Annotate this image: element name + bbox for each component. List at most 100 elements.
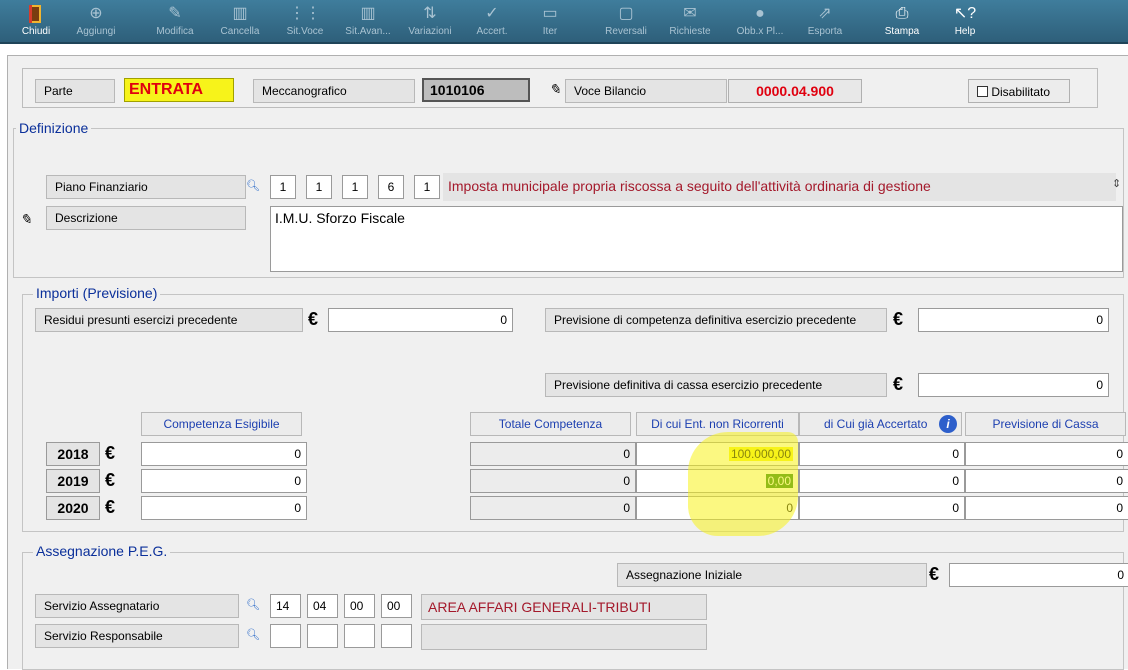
- non-ricorrenti-input[interactable]: 0: [636, 496, 799, 520]
- request-icon: ✉: [683, 5, 697, 22]
- servizio-assegnatario-code-1[interactable]: 14: [270, 594, 301, 618]
- competenza-input[interactable]: 0: [141, 469, 307, 493]
- servizio-assegnatario-code-2[interactable]: 04: [307, 594, 338, 618]
- parte-value: ENTRATA: [124, 78, 234, 102]
- year-label: 2018: [46, 442, 100, 466]
- euro-icon: €: [105, 443, 116, 463]
- disabilitato-checkbox[interactable]: Disabilitato: [968, 79, 1070, 103]
- prev-competenza-label: Previsione di competenza definitiva eser…: [545, 308, 887, 332]
- export-icon: ⇗: [818, 5, 832, 22]
- cassa-input[interactable]: 0: [965, 496, 1128, 520]
- cancella-label: Cancella: [220, 26, 260, 37]
- col-header-totale: Totale Competenza: [470, 412, 631, 436]
- variazioni-label: Variazioni: [408, 26, 452, 37]
- piano-code-4[interactable]: 6: [378, 175, 404, 199]
- richieste-button[interactable]: ✉ Richieste: [660, 4, 720, 42]
- richieste-label: Richieste: [669, 26, 711, 37]
- info-icon[interactable]: i: [939, 415, 957, 433]
- descrizione-label: Descrizione: [46, 206, 246, 230]
- piano-code-1[interactable]: 1: [270, 175, 296, 199]
- iter-button[interactable]: ▭ Iter: [520, 4, 580, 42]
- accert-button[interactable]: ✓ Accert.: [462, 4, 522, 42]
- servizio-responsabile-code-3[interactable]: [344, 624, 375, 648]
- competenza-input[interactable]: 0: [141, 496, 307, 520]
- servizio-responsabile-label: Servizio Responsabile: [35, 624, 239, 648]
- importi-legend: Importi (Previsione): [33, 285, 161, 301]
- totale-competenza-value: 0: [470, 442, 636, 466]
- euro-icon: €: [105, 497, 116, 517]
- workflow-icon: ▭: [542, 5, 558, 22]
- pen-icon: ✎: [549, 81, 561, 97]
- sit-avan-button[interactable]: ▥ Sit.Avan...: [338, 4, 398, 42]
- non-ricorrenti-input[interactable]: 0,00: [636, 469, 799, 493]
- piano-code-5[interactable]: 1: [414, 175, 440, 199]
- prev-cassa-input[interactable]: 0: [918, 373, 1109, 397]
- competenza-input[interactable]: 0: [141, 442, 307, 466]
- definizione-legend: Definizione: [16, 120, 92, 136]
- reversali-label: Reversali: [605, 26, 647, 37]
- accertato-input[interactable]: 0: [799, 469, 965, 493]
- accertato-input[interactable]: 0: [799, 442, 965, 466]
- cancella-button[interactable]: ▥ Cancella: [210, 4, 270, 42]
- main-panel: Parte ENTRATA Meccanografico 1010106 ✎ V…: [7, 55, 1128, 670]
- assegnazione-iniziale-input[interactable]: 0: [949, 563, 1128, 587]
- year-label: 2019: [46, 469, 100, 493]
- exit-door-icon: [6, 4, 66, 24]
- prev-cassa-label: Previsione definitiva di cassa esercizio…: [545, 373, 887, 397]
- piano-finanziario-label: Piano Finanziario: [46, 175, 246, 199]
- cassa-input[interactable]: 0: [965, 469, 1128, 493]
- parte-label: Parte: [35, 79, 115, 103]
- obb-label: Obb.x Pl...: [736, 26, 784, 37]
- non-ricorrenti-input[interactable]: 100.000,00: [636, 442, 799, 466]
- col-header-non-ricorrenti: Di cui Ent. non Ricorrenti: [636, 412, 799, 436]
- piano-code-2[interactable]: 1: [306, 175, 332, 199]
- servizio-responsabile-code-2[interactable]: [307, 624, 338, 648]
- checkbox-icon: [977, 86, 988, 98]
- reversali-button[interactable]: ▢ Reversali: [596, 4, 656, 42]
- variations-icon: ⇅: [423, 5, 437, 22]
- stampa-label: Stampa: [884, 26, 920, 37]
- piano-code-3[interactable]: 1: [342, 175, 368, 199]
- pen-icon-2: ✎: [20, 211, 32, 227]
- stampa-button[interactable]: ⎙ Stampa: [872, 4, 932, 42]
- servizio-assegnatario-code-3[interactable]: 00: [344, 594, 375, 618]
- pencil-icon: ✎: [168, 5, 182, 22]
- lookup-icon[interactable]: 🔍︎: [246, 628, 264, 642]
- modifica-button[interactable]: ✎ Modifica: [145, 4, 205, 42]
- euro-icon: €: [893, 374, 904, 394]
- cassa-input[interactable]: 0: [965, 442, 1128, 466]
- col-header-competenza: Competenza Esigibile: [141, 412, 302, 436]
- descrizione-textarea[interactable]: I.M.U. Sforzo Fiscale: [270, 206, 1123, 272]
- non-ricorrenti-value: 0,00: [765, 474, 793, 488]
- trash-icon: ▥: [232, 5, 248, 22]
- obb-button[interactable]: ● Obb.x Pl...: [730, 4, 790, 42]
- chiudi-button[interactable]: Chiudi: [6, 4, 66, 42]
- accertato-input[interactable]: 0: [799, 496, 965, 520]
- totale-competenza-value: 0: [470, 469, 636, 493]
- help-button[interactable]: ↖? Help: [935, 4, 995, 42]
- prev-competenza-input[interactable]: 0: [918, 308, 1109, 332]
- variazioni-button[interactable]: ⇅ Variazioni: [400, 4, 460, 42]
- residui-label: Residui presunti esercizi precedente: [35, 308, 303, 332]
- totale-competenza-value: 0: [470, 496, 636, 520]
- assegnazione-iniziale-label: Assegnazione Iniziale: [617, 563, 927, 587]
- servizio-assegnatario-code-4[interactable]: 00: [381, 594, 412, 618]
- tree-icon: ⋮⋮: [289, 5, 321, 22]
- residui-input[interactable]: 0: [328, 308, 513, 332]
- printer-icon: ⎙: [895, 5, 909, 22]
- plus-icon: ⊕: [89, 5, 103, 22]
- servizio-responsabile-code-4[interactable]: [381, 624, 412, 648]
- sit-voce-button[interactable]: ⋮⋮ Sit.Voce: [275, 4, 335, 42]
- spin-icon[interactable]: ⇕: [1112, 177, 1121, 190]
- servizio-responsabile-description: [421, 624, 707, 650]
- check-icon: ✓: [485, 5, 499, 22]
- lookup-icon[interactable]: 🔍︎: [246, 179, 264, 193]
- help-label: Help: [954, 26, 976, 37]
- esporta-button[interactable]: ⇗ Esporta: [795, 4, 855, 42]
- modifica-label: Modifica: [156, 26, 194, 37]
- disabilitato-label: Disabilitato: [991, 84, 1051, 99]
- aggiungi-button[interactable]: ⊕ Aggiungi: [66, 4, 126, 42]
- servizio-responsabile-code-1[interactable]: [270, 624, 301, 648]
- lookup-icon[interactable]: 🔍︎: [246, 598, 264, 612]
- servizio-assegnatario-label: Servizio Assegnatario: [35, 594, 239, 618]
